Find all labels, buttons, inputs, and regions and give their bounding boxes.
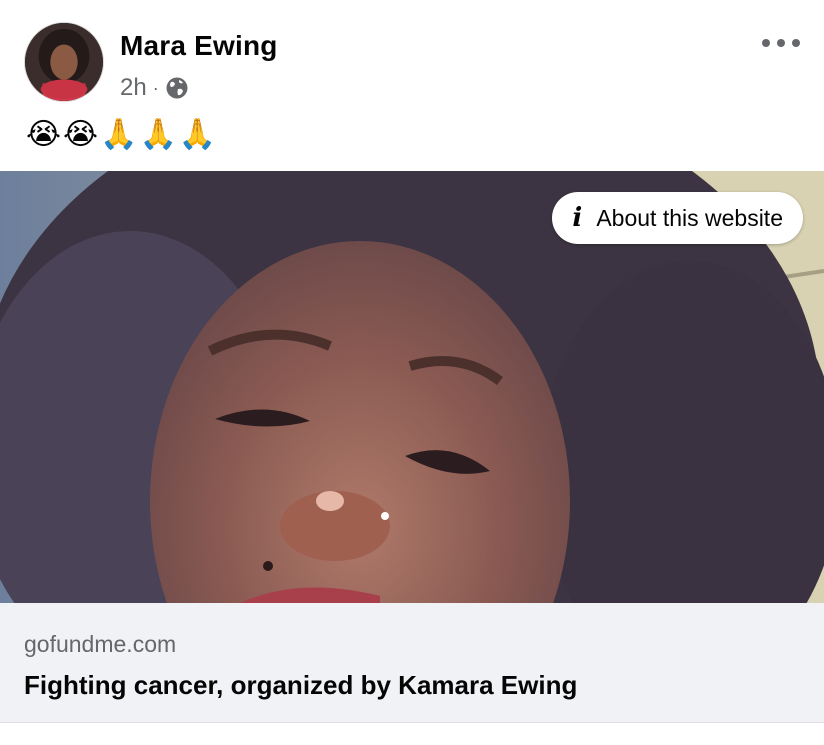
about-this-website-label: About this website	[596, 204, 783, 231]
post-meta: 2h ·	[120, 74, 189, 102]
author-name[interactable]: Mara Ewing	[120, 30, 278, 62]
avatar-image	[25, 23, 103, 101]
meta-separator: ·	[152, 77, 159, 98]
facebook-post: Mara Ewing 2h · 😭😭🙏🙏🙏 i About this websi…	[0, 0, 824, 745]
link-preview-image[interactable]: i About this website	[0, 171, 824, 603]
globe-icon[interactable]	[165, 76, 189, 100]
more-options-icon[interactable]	[762, 32, 800, 54]
author-avatar[interactable]	[24, 22, 104, 102]
link-preview-card[interactable]: gofundme.com Fighting cancer, organized …	[0, 603, 824, 723]
info-icon: i	[572, 203, 583, 233]
about-this-website-button[interactable]: i About this website	[552, 192, 803, 244]
post-message: 😭😭🙏🙏🙏	[26, 117, 219, 152]
link-domain: gofundme.com	[24, 631, 177, 657]
link-title: Fighting cancer, organized by Kamara Ewi…	[24, 670, 578, 700]
post-time[interactable]: 2h	[120, 74, 147, 102]
